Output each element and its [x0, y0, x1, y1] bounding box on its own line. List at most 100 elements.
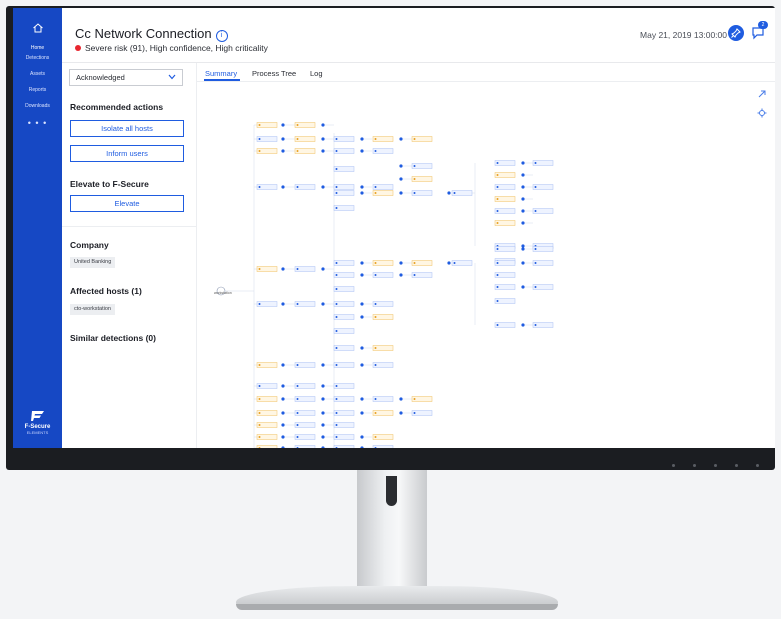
graph-node-icon — [374, 262, 377, 264]
graph-node-icon — [496, 262, 499, 264]
graph-node-icon — [258, 424, 261, 426]
graph-connector-dot — [281, 435, 285, 439]
graph-node-icon — [413, 192, 416, 194]
graph-node-icon — [534, 262, 537, 264]
tabs-divider — [197, 81, 775, 82]
sidebar-item-label: Home — [30, 45, 45, 51]
graph-connector-dot — [281, 185, 285, 189]
graph-connector-dot — [360, 363, 364, 367]
graph-node-icon — [413, 178, 416, 180]
graph-node-icon — [335, 186, 338, 188]
graph-node-icon — [296, 124, 299, 126]
graph-node-icon — [335, 398, 338, 400]
sidebar-item-assets[interactable]: Assets — [13, 71, 62, 77]
graph-node-icon — [296, 268, 299, 270]
panel-separator — [62, 226, 196, 227]
graph-node-icon — [296, 150, 299, 152]
similar-detections-heading[interactable]: Similar detections (0) — [70, 333, 156, 343]
page-title-text: Cc Network Connection — [75, 26, 212, 41]
graph-connector-dot — [360, 435, 364, 439]
inform-users-button[interactable]: Inform users — [70, 145, 184, 162]
graph-node-icon — [296, 186, 299, 188]
graph-node-icon — [335, 192, 338, 194]
graph-node-icon — [413, 412, 416, 414]
status-value: Acknowledged — [76, 73, 125, 82]
graph-node-icon — [258, 138, 261, 140]
expand-icon[interactable] — [757, 89, 767, 99]
sidebar-item-home[interactable]: Home — [13, 18, 62, 54]
sidebar-item-downloads[interactable]: Downloads — [13, 103, 62, 109]
tab-process-tree[interactable]: Process Tree — [252, 69, 296, 78]
graph-node-icon — [258, 186, 261, 188]
status-dropdown[interactable]: Acknowledged — [69, 69, 183, 86]
graph-node-icon — [496, 210, 499, 212]
graph-connector-dot — [360, 273, 364, 277]
graph-node-icon — [296, 303, 299, 305]
graph-node-icon — [296, 412, 299, 414]
detection-date: May 21, 2019 13:00:00 — [640, 30, 727, 40]
graph-node-icon — [534, 162, 537, 164]
graph-node-icon — [296, 398, 299, 400]
graph-node-icon — [296, 364, 299, 366]
graph-node-icon — [496, 162, 499, 164]
graph-connector-dot — [321, 397, 325, 401]
graph-node-icon — [534, 210, 537, 212]
graph-node-icon — [374, 316, 377, 318]
graph-node-icon — [413, 262, 416, 264]
graph-connector-dot — [360, 302, 364, 306]
graph-connector-dot — [521, 247, 525, 251]
graph-connector-dot — [447, 191, 451, 195]
graph-connector-dot — [399, 411, 403, 415]
graph-connector-dot — [521, 244, 525, 248]
graph-node-icon — [335, 207, 338, 209]
graph-node-icon — [374, 398, 377, 400]
graph-connector-dot — [321, 302, 325, 306]
sidebar-item-reports[interactable]: Reports — [13, 87, 62, 93]
graph-node-icon — [413, 138, 416, 140]
pin-button[interactable] — [728, 25, 744, 41]
graph-connector-dot — [360, 191, 364, 195]
graph-connector-dot — [281, 411, 285, 415]
graph-node-icon — [296, 436, 299, 438]
sidebar-item-detections[interactable]: Detections — [13, 55, 62, 61]
info-icon[interactable]: i — [215, 30, 228, 42]
graph-connector-dot — [521, 173, 525, 177]
tab-log[interactable]: Log — [310, 69, 323, 78]
graph-node-icon — [374, 150, 377, 152]
graph-root-label: workstation — [214, 291, 232, 295]
affected-host-tag[interactable]: cto-workstation — [70, 304, 115, 315]
graph-connector-dot — [321, 363, 325, 367]
graph-connector-dot — [321, 137, 325, 141]
graph-node-icon — [296, 385, 299, 387]
graph-node-icon — [335, 330, 338, 332]
graph-connector-dot — [399, 164, 403, 168]
elevate-button[interactable]: Elevate — [70, 195, 184, 212]
graph-connector-dot — [360, 149, 364, 153]
graph-node-icon — [534, 286, 537, 288]
graph-connector-dot — [321, 411, 325, 415]
sidebar-more[interactable]: • • • — [13, 118, 62, 128]
graph-node-icon — [496, 300, 499, 302]
company-heading: Company — [70, 240, 109, 250]
process-graph[interactable] — [197, 103, 775, 448]
graph-connector-dot — [399, 191, 403, 195]
graph-node-icon — [335, 364, 338, 366]
graph-node-icon — [496, 198, 499, 200]
graph-node-icon — [258, 385, 261, 387]
brand-logo: F-Secure ELEMENTS — [13, 410, 62, 435]
graph-node-icon — [534, 186, 537, 188]
graph-node-icon — [496, 248, 499, 250]
tab-summary[interactable]: Summary — [205, 69, 237, 78]
graph-node-icon — [335, 138, 338, 140]
graph-node-icon — [335, 303, 338, 305]
graph-connector-dot — [360, 137, 364, 141]
graph-node-icon — [258, 398, 261, 400]
graph-node-icon — [258, 436, 261, 438]
graph-node-icon — [534, 248, 537, 250]
affected-hosts-heading: Affected hosts (1) — [70, 286, 142, 296]
graph-connector-dot — [360, 411, 364, 415]
isolate-all-hosts-button[interactable]: Isolate all hosts — [70, 120, 184, 137]
graph-connector-dot — [399, 137, 403, 141]
graph-node-icon — [413, 398, 416, 400]
graph-connector-dot — [281, 423, 285, 427]
